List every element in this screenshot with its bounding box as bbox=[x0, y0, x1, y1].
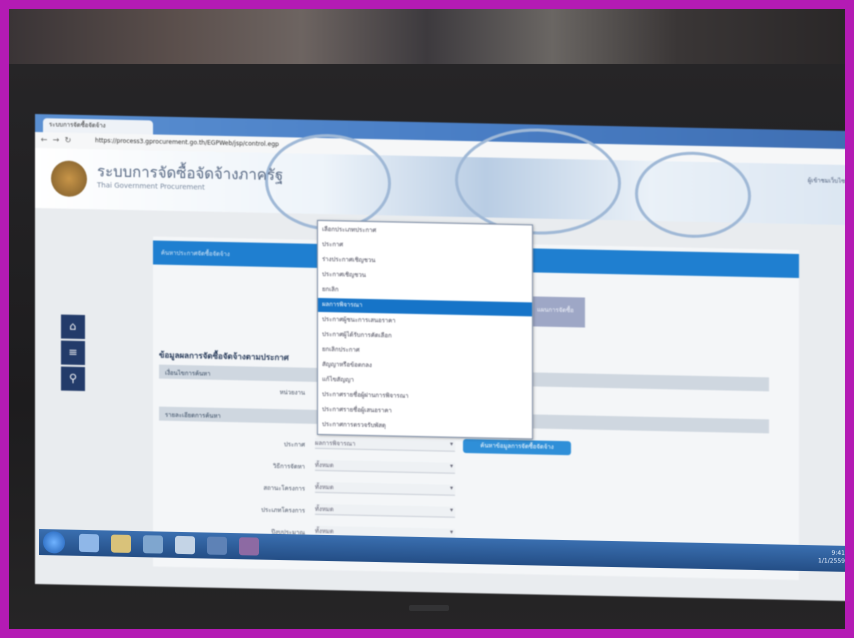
clock-date: 1/1/2559 bbox=[818, 557, 845, 565]
photo-frame: ระบบการจัดซื้อจัดจ้าง ← → ↻ https://proc… bbox=[9, 9, 845, 629]
search-icon[interactable]: ⚲ bbox=[61, 366, 85, 392]
home-icon[interactable]: ⌂ bbox=[61, 314, 85, 340]
select-value: ผลการพิจารณา bbox=[315, 439, 356, 448]
forward-icon[interactable]: → bbox=[51, 135, 61, 145]
chevron-down-icon: ▾ bbox=[449, 462, 453, 470]
search-button[interactable]: ค้นหาข้อมูลการจัดซื้อจัดจ้าง bbox=[463, 438, 571, 456]
chevron-down-icon: ▾ bbox=[449, 506, 453, 514]
visitor-info: ผู้เข้าชมเว็บไซต์ bbox=[807, 177, 845, 186]
reload-icon[interactable]: ↻ bbox=[63, 136, 73, 146]
chrome-icon[interactable] bbox=[175, 535, 195, 555]
garuda-logo bbox=[51, 160, 87, 198]
strip-label: เงื่อนไขการค้นหา bbox=[165, 369, 211, 378]
app-icon[interactable] bbox=[207, 536, 227, 555]
banner-swirl bbox=[635, 150, 751, 239]
form-label: สถานะโครงการ bbox=[263, 484, 305, 493]
chevron-down-icon: ▾ bbox=[449, 440, 453, 448]
plan-button[interactable]: แผนการจัดซื้อ bbox=[533, 296, 585, 328]
plan-button-label: แผนการจัดซื้อ bbox=[537, 306, 574, 315]
agency-label: หน่วยงาน bbox=[279, 389, 305, 397]
form-label: ประเภทโครงการ bbox=[261, 506, 305, 515]
monitor-screen: ระบบการจัดซื้อจัดจ้าง ← → ↻ https://proc… bbox=[35, 114, 845, 602]
strip-label: รายละเอียดการค้นหา bbox=[165, 411, 221, 420]
select-value: ทั้งหมด bbox=[315, 505, 334, 514]
media-icon[interactable] bbox=[143, 535, 163, 554]
ie-icon[interactable] bbox=[79, 533, 99, 553]
monitor-logo bbox=[409, 605, 449, 611]
back-icon[interactable]: ← bbox=[39, 135, 49, 145]
room-background bbox=[9, 9, 845, 69]
start-button[interactable] bbox=[43, 531, 65, 554]
app-icon[interactable] bbox=[239, 537, 259, 556]
select-value: ทั้งหมด bbox=[315, 461, 334, 470]
page-header-text: ค้นหาประกาศจัดซื้อจัดจ้าง bbox=[161, 249, 230, 259]
chevron-down-icon: ▾ bbox=[449, 528, 453, 536]
menu-icon[interactable]: ≡ bbox=[61, 340, 85, 366]
chevron-down-icon: ▾ bbox=[449, 484, 453, 492]
section-title: ข้อมูลผลการจัดซื้อจัดจ้างตามประกาศ bbox=[159, 350, 289, 363]
form-label: ประกาศ bbox=[283, 441, 305, 449]
announcement-dropdown-list[interactable]: เลือกประเภทประกาศ ประกาศ ร่างประกาศเชิญชวน… bbox=[317, 219, 533, 440]
form-label: วิธีการจัดหา bbox=[273, 462, 305, 471]
folder-icon[interactable] bbox=[111, 534, 131, 553]
select-value: ทั้งหมด bbox=[315, 483, 334, 492]
taskbar-clock[interactable]: 9:41 1/1/2559 bbox=[818, 549, 845, 566]
